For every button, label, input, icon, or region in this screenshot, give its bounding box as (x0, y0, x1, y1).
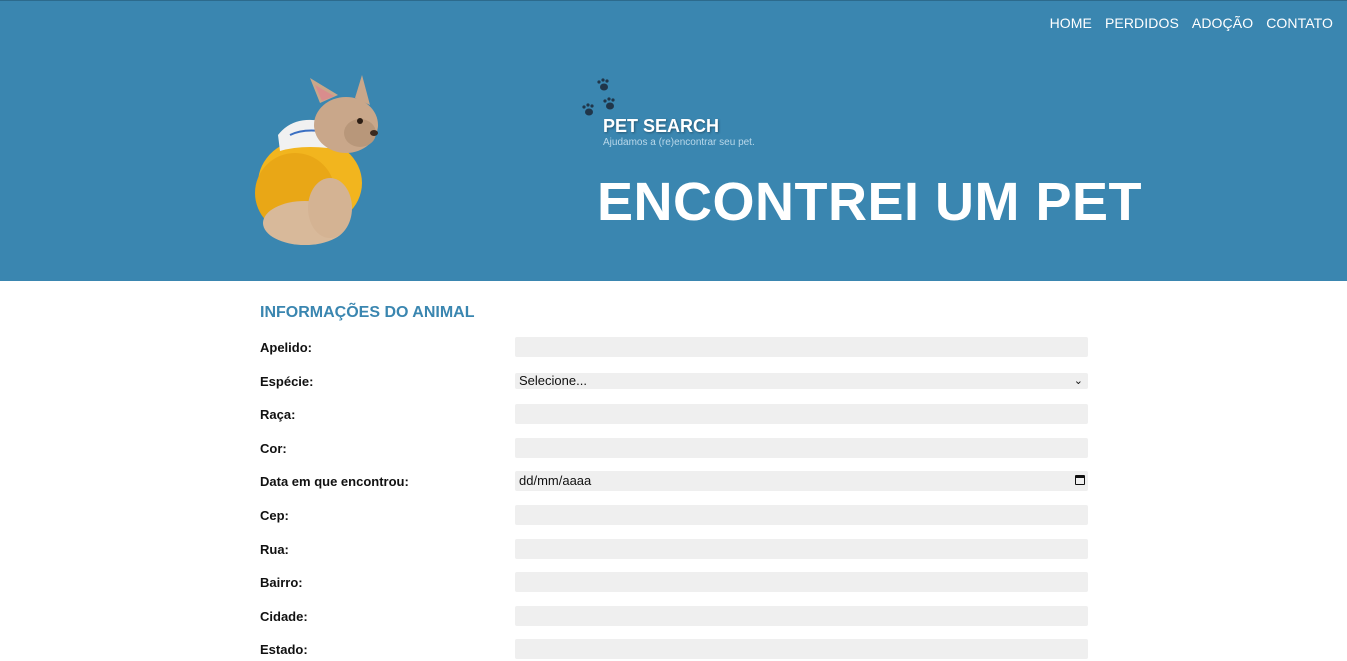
animal-info-form: INFORMAÇÕES DO ANIMAL Apelido: Espécie: … (260, 304, 1090, 659)
field-label: Cep: (260, 508, 289, 523)
data-encontrou-input[interactable]: dd/mm/aaaa (515, 471, 1088, 491)
cidade-input[interactable] (515, 606, 1088, 626)
apelido-input[interactable] (515, 337, 1088, 357)
main-nav: HOME PERDIDOS ADOÇÃO CONTATO (1050, 15, 1333, 31)
calendar-icon[interactable] (1075, 475, 1085, 485)
estado-input[interactable] (515, 639, 1088, 659)
field-label: Espécie: (260, 374, 314, 389)
form-row-estado: Estado: (260, 639, 1090, 661)
nav-contato[interactable]: CONTATO (1266, 15, 1333, 31)
form-row-data: Data em que encontrou: dd/mm/aaaa (260, 471, 1090, 493)
raca-input[interactable] (515, 404, 1088, 424)
field-label: Rua: (260, 542, 289, 557)
cor-input[interactable] (515, 438, 1088, 458)
especie-select[interactable]: Selecione... ⌄ (515, 373, 1088, 389)
form-row-rua: Rua: (260, 539, 1090, 561)
brand-name: PET SEARCH (603, 116, 720, 136)
paw-prints-icon (582, 78, 615, 116)
date-placeholder: dd/mm/aaaa (519, 473, 592, 488)
section-title: INFORMAÇÕES DO ANIMAL (260, 304, 475, 321)
dog-image (255, 75, 378, 245)
bairro-input[interactable] (515, 572, 1088, 592)
field-label: Bairro: (260, 575, 303, 590)
form-row-especie: Espécie: Selecione... ⌄ (260, 371, 1090, 393)
rua-input[interactable] (515, 539, 1088, 559)
hero-header: HOME PERDIDOS ADOÇÃO CONTATO PET SEARCH … (0, 0, 1347, 281)
form-row-apelido: Apelido: (260, 337, 1090, 359)
form-row-cidade: Cidade: (260, 606, 1090, 628)
form-row-cor: Cor: (260, 438, 1090, 460)
form-row-cep: Cep: (260, 505, 1090, 527)
nav-adocao[interactable]: ADOÇÃO (1192, 15, 1253, 31)
page-title: ENCONTREI UM PET (597, 172, 1143, 232)
field-label: Apelido: (260, 340, 312, 355)
cep-input[interactable] (515, 505, 1088, 525)
form-row-raca: Raça: (260, 404, 1090, 426)
field-label: Raça: (260, 407, 296, 422)
brand-tagline: Ajudamos a (re)encontrar seu pet. (603, 137, 755, 148)
form-row-bairro: Bairro: (260, 572, 1090, 594)
field-label: Cidade: (260, 609, 308, 624)
nav-perdidos[interactable]: PERDIDOS (1105, 15, 1179, 31)
field-label: Data em que encontrou: (260, 474, 409, 489)
nav-home[interactable]: HOME (1050, 15, 1092, 31)
select-value: Selecione... (519, 373, 587, 388)
chevron-down-icon: ⌄ (1073, 375, 1083, 387)
field-label: Cor: (260, 441, 287, 456)
